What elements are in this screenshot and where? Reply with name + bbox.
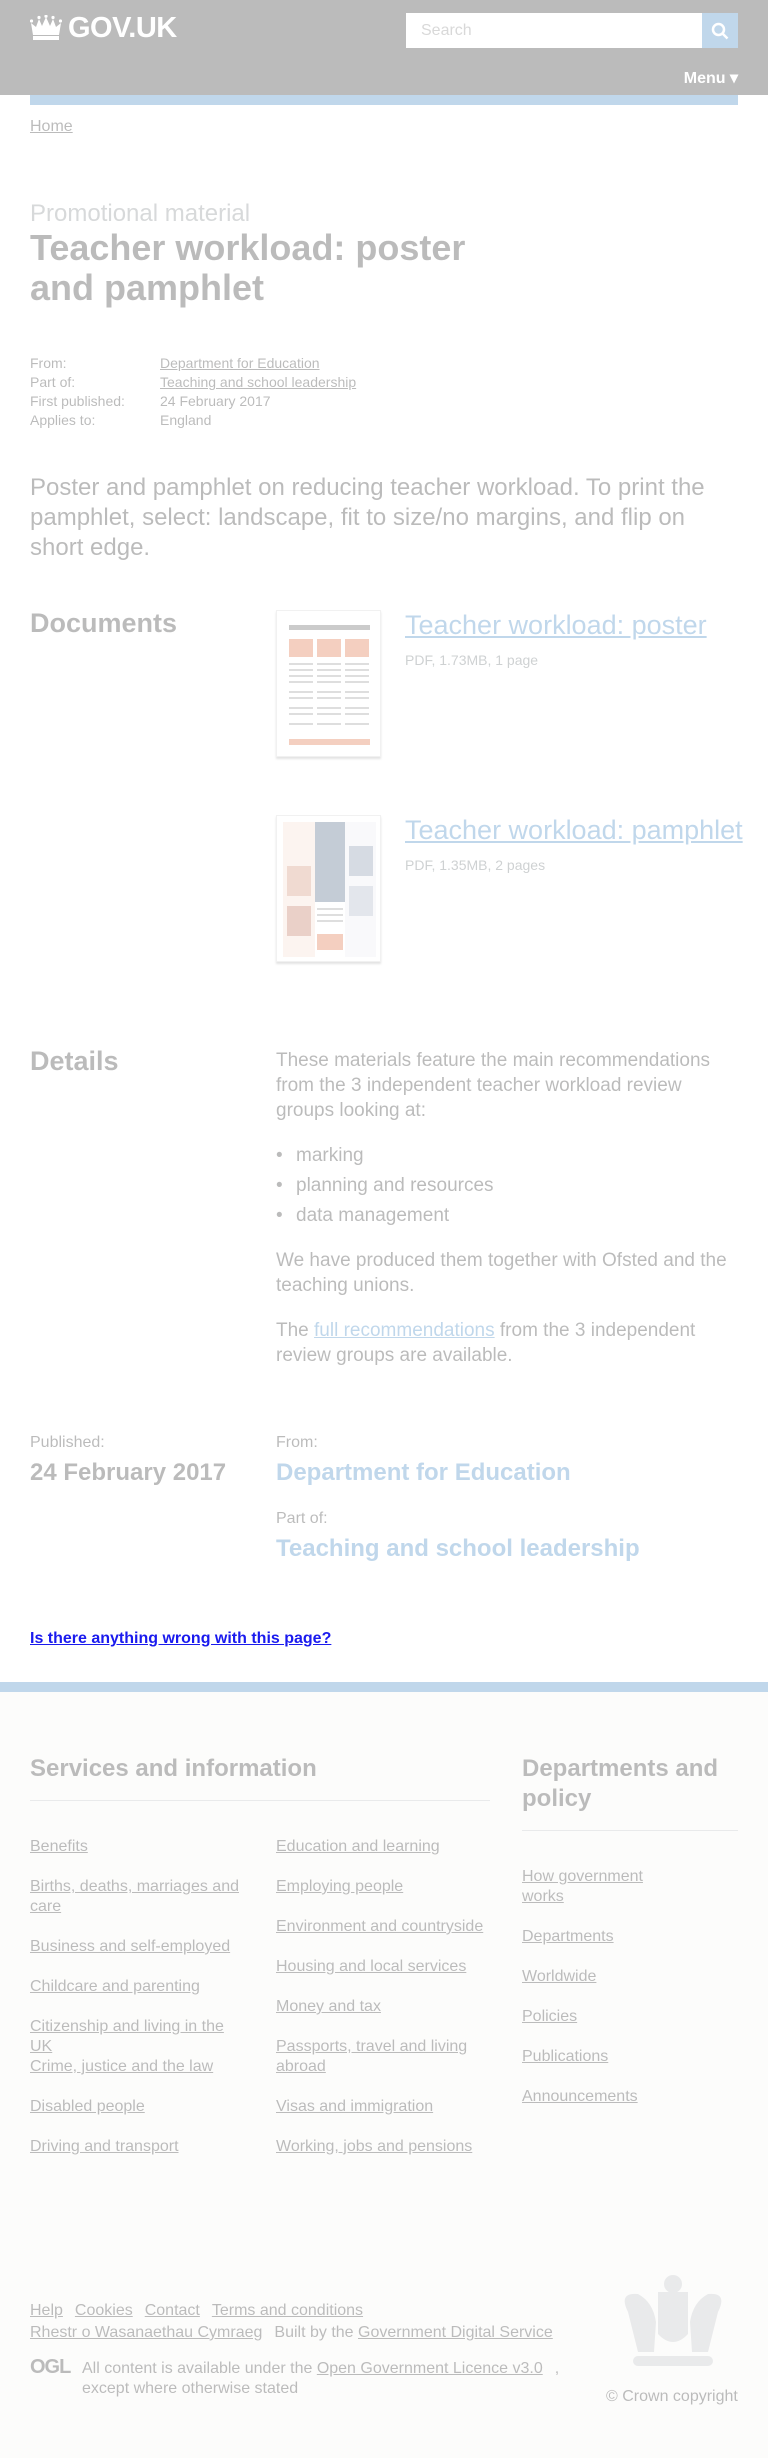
- footer-link[interactable]: Passports, travel and living abroad: [276, 2037, 496, 2077]
- site-footer: Services and information Benefits Births…: [0, 1682, 768, 2458]
- crown-icon: [30, 15, 62, 40]
- meta-published-value: 24 February 2017: [160, 393, 271, 409]
- footer-link[interactable]: Working, jobs and pensions: [276, 2137, 496, 2157]
- search-form: [406, 13, 738, 48]
- page-description: Poster and pamphlet on reducing teacher …: [30, 474, 705, 561]
- crown-copyright: © Crown copyright: [606, 2388, 738, 2405]
- header-blue-bar: [30, 95, 738, 105]
- details-body: These materials feature the main recomme…: [276, 1048, 738, 1388]
- document-item-pamphlet: Teacher workload: pamphlet PDF, 1.35MB, …: [276, 815, 746, 965]
- departments-heading: Departments and policy: [522, 1755, 719, 1812]
- details-para-recommendations: The full recommendations from the 3 inde…: [276, 1318, 738, 1368]
- gds-link[interactable]: Government Digital Service: [358, 2324, 553, 2341]
- from-department-link[interactable]: Department for Education: [276, 1459, 571, 1487]
- licence-prefix: All content is available under the: [82, 2360, 317, 2377]
- part-of-collection-link[interactable]: Teaching and school leadership: [276, 1535, 640, 1563]
- search-icon: [711, 22, 729, 39]
- published-label: Published:: [30, 1434, 105, 1451]
- footer-link[interactable]: Publications: [522, 2047, 722, 2067]
- services-heading: Services and information: [30, 1755, 317, 1782]
- footer-link[interactable]: Environment and countryside: [276, 1917, 496, 1937]
- footer-link[interactable]: Benefits: [30, 1837, 250, 1857]
- details-para-ofsted: We have produced them together with Ofst…: [276, 1250, 727, 1296]
- details-intro: These materials feature the main recomme…: [276, 1050, 711, 1121]
- meta-applies-label: Applies to:: [30, 412, 96, 428]
- ogl-licence-link[interactable]: Open Government Licence v3.0: [317, 2360, 543, 2377]
- search-button[interactable]: [702, 13, 738, 48]
- footer-link[interactable]: Driving and transport: [30, 2137, 250, 2157]
- published-date: 24 February 2017: [30, 1459, 227, 1486]
- departments-divider: [522, 1830, 738, 1831]
- breadcrumb-home[interactable]: Home: [30, 118, 73, 136]
- footer-link[interactable]: Money and tax: [276, 1997, 496, 2017]
- footer-link[interactable]: How government works: [522, 1867, 652, 1907]
- search-input[interactable]: [406, 13, 702, 48]
- footer-link[interactable]: Announcements: [522, 2087, 722, 2107]
- site-header: GOV.UK Menu ▾: [0, 0, 768, 95]
- ogl-logo: OGL: [30, 2356, 71, 2378]
- report-problem-link[interactable]: Is there anything wrong with this page?: [30, 1630, 331, 1648]
- footer-link[interactable]: Business and self-employed: [30, 1937, 250, 1957]
- part-of-label: Part of:: [276, 1510, 328, 1527]
- footer-terms-link[interactable]: Terms and conditions: [212, 2302, 363, 2319]
- meta-part-label: Part of:: [30, 374, 76, 390]
- meta-published-label: First published:: [30, 393, 125, 409]
- footer-welsh-link[interactable]: Rhestr o Wasanaethau Cymraeg: [30, 2324, 262, 2341]
- footer-meta-line2: Rhestr o Wasanaethau Cymraeg Built by the…: [30, 2324, 565, 2342]
- royal-coat-of-arms-icon: [624, 2275, 722, 2366]
- para-prefix: The: [276, 1320, 315, 1341]
- footer-link[interactable]: Crime, justice and the law: [30, 2057, 250, 2077]
- list-item: data management: [276, 1203, 738, 1228]
- page-title: Teacher workload: poster and pamphlet: [30, 227, 466, 308]
- footer-link[interactable]: Visas and immigration: [276, 2097, 496, 2117]
- poster-file-meta: PDF, 1.73MB, 1 page: [405, 652, 539, 668]
- pamphlet-link[interactable]: Teacher workload: pamphlet: [405, 815, 743, 846]
- footer-link[interactable]: Employing people: [276, 1877, 496, 1897]
- full-recommendations-link[interactable]: full recommendations: [314, 1320, 495, 1341]
- meta-part-link[interactable]: Teaching and school leadership: [160, 373, 356, 392]
- menu-button[interactable]: Menu ▾: [684, 68, 738, 88]
- footer-link[interactable]: Housing and local services: [276, 1957, 496, 1977]
- from-label: From:: [276, 1434, 318, 1451]
- govuk-logo-link[interactable]: GOV.UK: [30, 10, 177, 46]
- footer-meta-links: Help Cookies Contact Terms and conditions: [30, 2302, 375, 2320]
- footer-help-link[interactable]: Help: [30, 2302, 63, 2319]
- footer-cookies-link[interactable]: Cookies: [75, 2302, 133, 2319]
- built-by-prefix: Built by the: [274, 2324, 359, 2341]
- page-caption: Promotional material: [30, 200, 251, 227]
- footer-link[interactable]: Worldwide: [522, 1967, 722, 1987]
- footer-link[interactable]: Citizenship and living in the UK: [30, 2017, 250, 2057]
- metadata-block: From: Department for Education Part of: Te…: [30, 354, 356, 430]
- documents-heading: Documents: [30, 608, 178, 638]
- document-item-poster: Teacher workload: poster PDF, 1.73MB, 1 …: [276, 610, 746, 760]
- footer-link[interactable]: Childcare and parenting: [30, 1977, 250, 1997]
- footer-link[interactable]: Policies: [522, 2007, 722, 2027]
- list-item: marking: [276, 1143, 738, 1168]
- pamphlet-file-meta: PDF, 1.35MB, 2 pages: [405, 857, 546, 873]
- details-heading: Details: [30, 1046, 119, 1076]
- details-list: marking planning and resources data mana…: [276, 1143, 738, 1228]
- poster-link[interactable]: Teacher workload: poster: [405, 610, 707, 641]
- meta-applies-value: England: [160, 412, 212, 428]
- logo-text: GOV.UK: [68, 11, 177, 44]
- meta-from-link[interactable]: Department for Education: [160, 354, 320, 373]
- footer-contact-link[interactable]: Contact: [145, 2302, 200, 2319]
- footer-link[interactable]: Education and learning: [276, 1837, 496, 1857]
- meta-from-label: From:: [30, 355, 67, 371]
- services-divider: [30, 1800, 490, 1801]
- footer-link[interactable]: Births, deaths, marriages and care: [30, 1877, 250, 1917]
- pamphlet-thumbnail[interactable]: [276, 815, 381, 962]
- list-item: planning and resources: [276, 1173, 738, 1198]
- poster-thumbnail[interactable]: [276, 610, 381, 757]
- licence-text: All content is available under the Open …: [82, 2359, 562, 2399]
- footer-link[interactable]: Disabled people: [30, 2097, 250, 2117]
- footer-link[interactable]: Departments: [522, 1927, 722, 1947]
